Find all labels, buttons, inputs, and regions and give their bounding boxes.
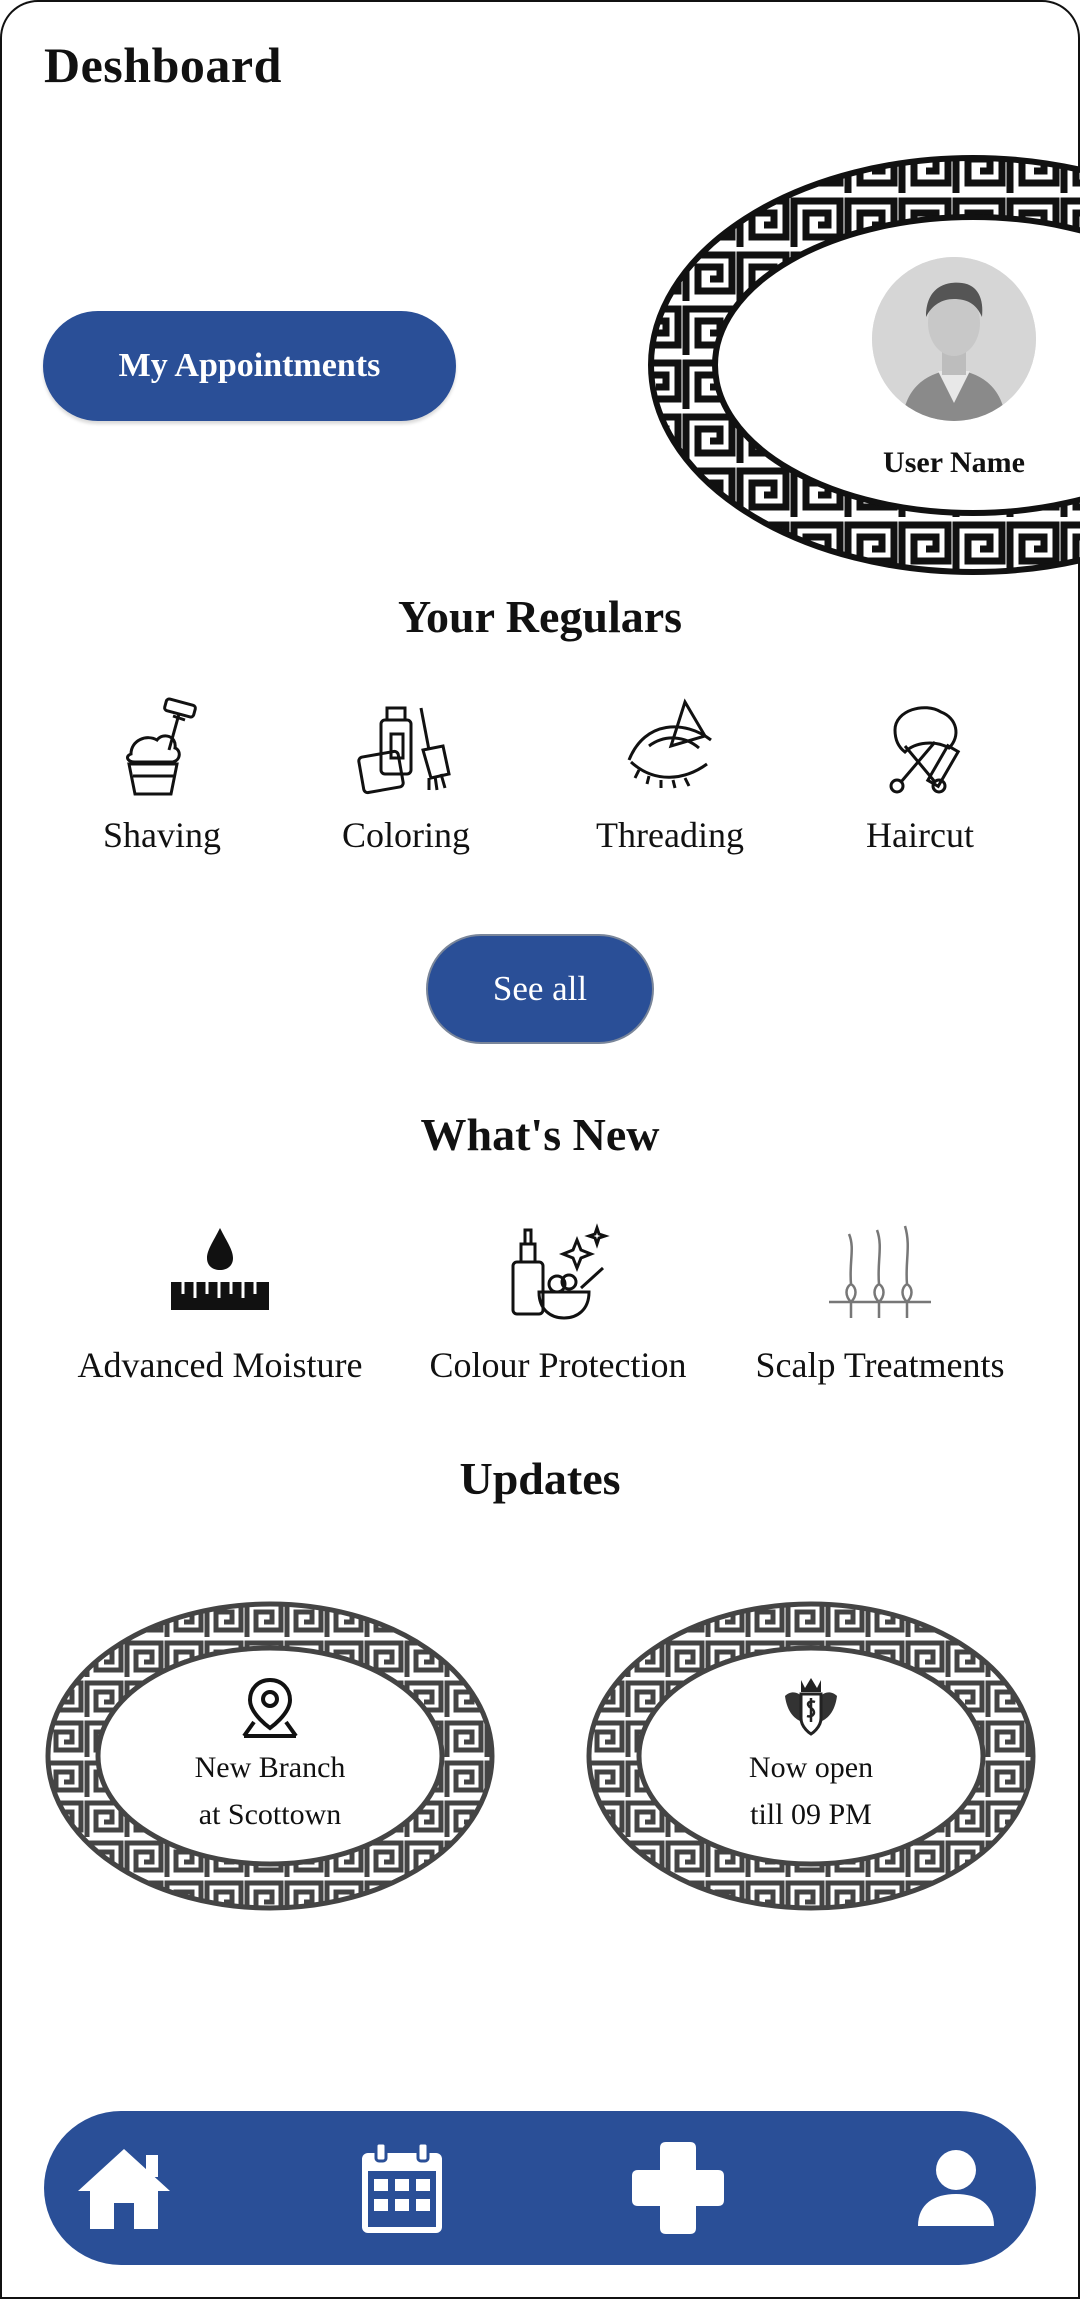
whats-new-item-colour-protection[interactable]: Colour Protection (408, 1222, 708, 1386)
nav-calendar-button[interactable] (332, 2111, 472, 2265)
home-icon (78, 2149, 170, 2229)
update-line-2: till 09 PM (750, 1798, 872, 1831)
nav-home-button[interactable] (54, 2111, 194, 2265)
whats-new-item-scalp-treatments[interactable]: Scalp Treatments (730, 1222, 1030, 1386)
regular-item-shaving[interactable]: Shaving (62, 690, 262, 856)
whats-new-item-moisture[interactable]: Advanced Moisture (60, 1222, 380, 1386)
colour-protection-icon (511, 1223, 610, 1320)
nav-profile-button[interactable] (886, 2111, 1026, 2265)
shaving-icon (126, 697, 197, 796)
nav-add-button[interactable] (608, 2111, 748, 2265)
regular-label: Coloring (341, 815, 470, 855)
update-card-new-branch[interactable]: New Branch at Scottown (44, 1600, 496, 1912)
crest-icon (785, 1678, 837, 1736)
whats-new-label: Colour Protection (429, 1345, 687, 1385)
location-pin-icon (242, 1677, 298, 1738)
calendar-icon (362, 2141, 442, 2233)
regular-label: Shaving (102, 815, 221, 855)
bottom-nav (44, 2111, 1036, 2265)
page-title: Deshboard (44, 37, 282, 93)
plus-icon (632, 2142, 724, 2234)
whats-new-title: What's New (420, 1109, 660, 1160)
avatar-person-icon (872, 257, 1036, 421)
whats-new-label: Scalp Treatments (755, 1345, 1005, 1385)
user-icon (918, 2150, 994, 2226)
haircut-icon (889, 706, 961, 794)
update-card-opening-hours[interactable]: Now open till 09 PM (585, 1600, 1037, 1912)
update-line-1: New Branch (194, 1751, 346, 1784)
moisture-icon (171, 1228, 269, 1310)
updates-title: Updates (459, 1453, 621, 1504)
avatar[interactable] (872, 257, 1036, 421)
regular-item-threading[interactable]: Threading (570, 690, 770, 856)
user-name: User Name (883, 446, 1025, 479)
app-screen: Deshboard User Name My Appointments Your… (0, 0, 1080, 2299)
see-all-button[interactable]: See all (426, 934, 654, 1044)
my-appointments-button[interactable]: My Appointments (43, 311, 456, 421)
update-line-2: at Scottown (198, 1798, 342, 1831)
coloring-icon (357, 706, 451, 795)
update-line-1: Now open (748, 1751, 874, 1784)
regular-item-coloring[interactable]: Coloring (306, 690, 506, 856)
regulars-title: Your Regulars (397, 591, 683, 642)
scalp-treatment-icon (829, 1225, 931, 1318)
whats-new-label: Advanced Moisture (77, 1345, 363, 1385)
regular-item-haircut[interactable]: Haircut (820, 690, 1020, 856)
threading-icon (627, 698, 712, 789)
regular-label: Haircut (866, 815, 974, 855)
regular-label: Threading (596, 815, 744, 855)
